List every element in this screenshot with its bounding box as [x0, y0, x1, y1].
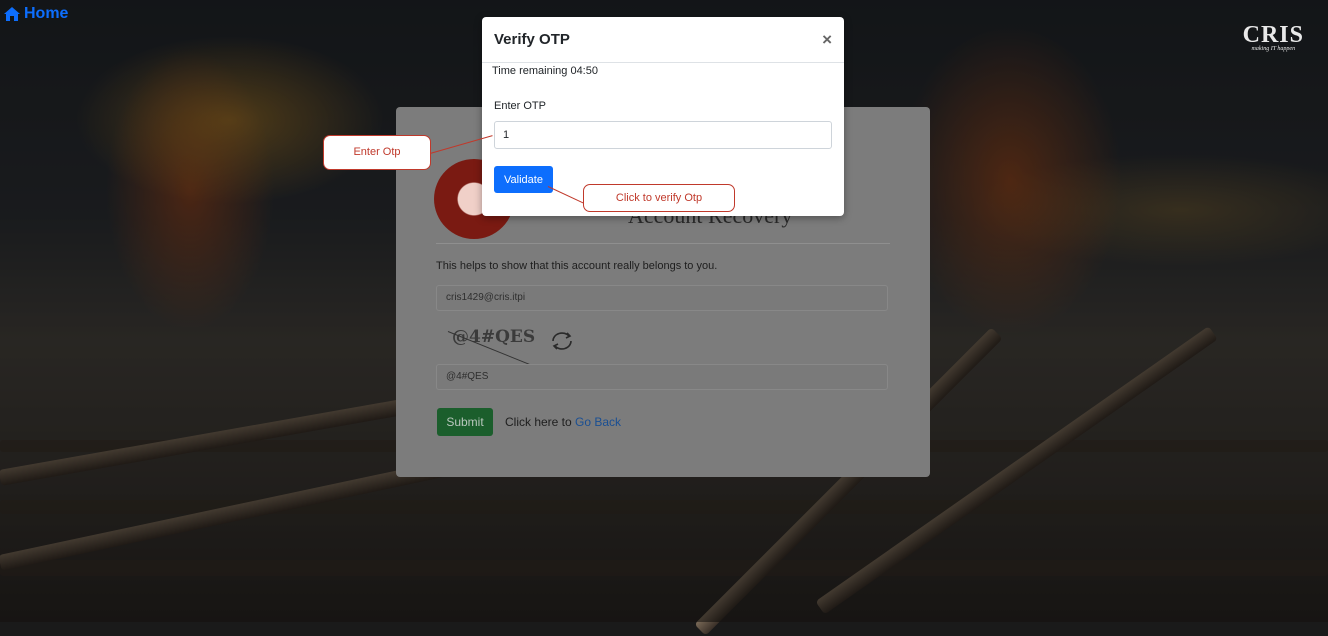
cris-logo: CRIS making IT happen: [1242, 22, 1304, 52]
home-link[interactable]: Home: [4, 5, 68, 23]
home-icon: [4, 7, 20, 21]
validate-button[interactable]: Validate: [494, 166, 553, 193]
modal-divider: [482, 62, 844, 63]
close-icon[interactable]: ×: [822, 30, 832, 50]
verify-otp-callout: Click to verify Otp: [583, 184, 735, 212]
go-back-text: Click here to Go Back: [505, 415, 621, 429]
submit-button[interactable]: Submit: [437, 408, 493, 436]
logo-name: CRIS: [1242, 22, 1304, 48]
captcha-input[interactable]: @4#QES: [436, 364, 888, 390]
enter-otp-callout: Enter Otp: [323, 135, 431, 170]
help-text: This helps to show that this account rea…: [436, 260, 718, 272]
refresh-icon[interactable]: [549, 330, 575, 352]
modal-title: Verify OTP: [494, 31, 570, 48]
logo-tagline: making IT happen: [1251, 46, 1296, 52]
email-field[interactable]: cris1429@cris.itpi: [436, 285, 888, 311]
home-label: Home: [24, 5, 69, 22]
otp-input[interactable]: [494, 121, 832, 149]
go-back-link[interactable]: Go Back: [575, 415, 621, 429]
time-remaining: Time remaining 04:50: [492, 65, 598, 77]
divider: [436, 243, 890, 244]
otp-label: Enter OTP: [494, 100, 546, 112]
go-back-prefix: Click here to: [505, 415, 576, 429]
